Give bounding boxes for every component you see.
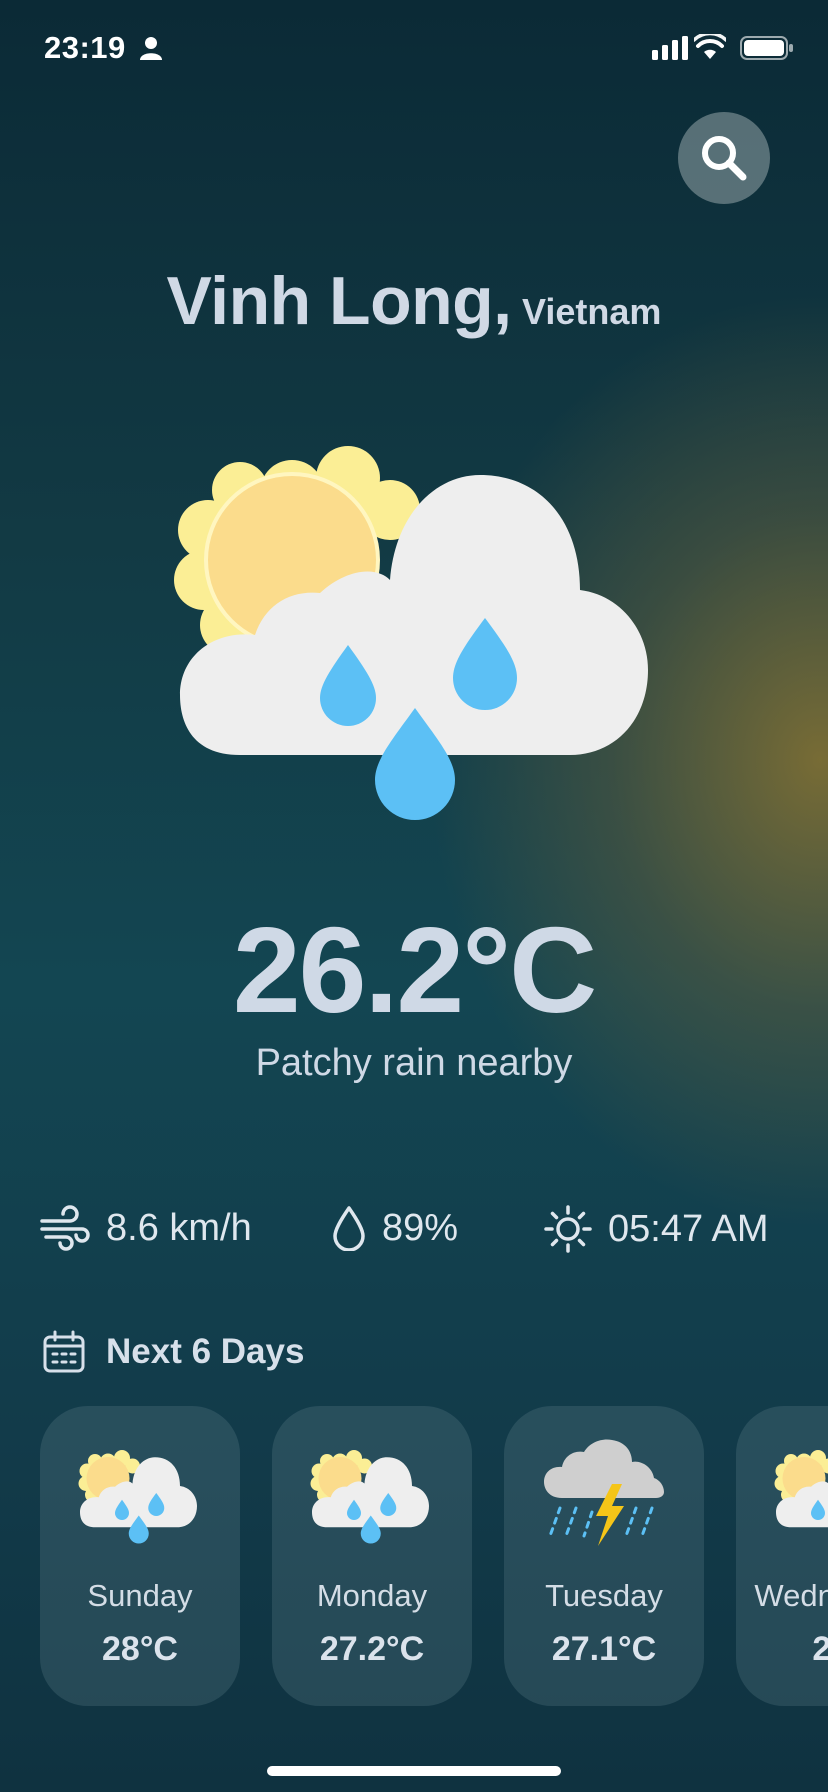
forecast-header: Next 6 Days	[42, 1330, 304, 1374]
sun-icon	[544, 1205, 592, 1253]
sun-cloud-rain-icon	[772, 1446, 828, 1551]
wind-stat: 8.6 km/h	[40, 1205, 252, 1251]
current-condition: Patchy rain nearby	[255, 1042, 573, 1084]
search-icon	[702, 136, 747, 181]
forecast-temp: 27.2°C	[319, 1630, 425, 1668]
forecast-card[interactable]: Tuesday 27.1°C	[504, 1406, 704, 1706]
forecast-temp: 24.	[812, 1630, 828, 1668]
forecast-card[interactable]: Monday 27.2°C	[272, 1406, 472, 1706]
wind-speed: 8.6 km/h	[106, 1206, 252, 1249]
sunrise-time: 05:47 AM	[608, 1207, 769, 1250]
calendar-icon	[43, 1330, 85, 1373]
forecast-card[interactable]: Sunday 28°C	[40, 1406, 240, 1706]
sun-cloud-rain-icon	[170, 430, 670, 835]
status-time: 23:19	[44, 30, 126, 65]
humidity-value: 89%	[382, 1206, 459, 1249]
forecast-temp: 27.1°C	[551, 1630, 657, 1668]
forecast-day: Tuesday	[545, 1578, 663, 1613]
location-header: Vinh Long, Vietnam	[0, 262, 828, 340]
search-button[interactable]	[678, 112, 770, 204]
cellular-signal-icon	[652, 36, 688, 65]
wifi-icon	[692, 31, 728, 65]
city-name: Vinh Long,	[166, 263, 513, 339]
forecast-day: Monday	[316, 1578, 428, 1613]
stats-row: 8.6 km/h 89% 05:47 AM	[40, 1205, 800, 1265]
forecast-temp: 28°C	[102, 1630, 178, 1668]
droplet-icon	[333, 1206, 365, 1251]
sun-cloud-rain-icon	[308, 1446, 436, 1551]
sun-cloud-rain-icon	[76, 1446, 204, 1551]
thunderstorm-icon	[540, 1439, 668, 1561]
wind-icon	[40, 1205, 90, 1251]
current-temperature: 26.2°C	[232, 902, 597, 1038]
forecast-list[interactable]: Sunday 28°C Monday 27.2°C Tuesday 27.1°C…	[40, 1406, 828, 1706]
humidity-stat: 89%	[332, 1205, 458, 1251]
battery-icon	[740, 36, 794, 65]
forecast-day: Wednesday	[754, 1578, 828, 1613]
forecast-card[interactable]: Wednesday 24.	[736, 1406, 828, 1706]
home-indicator[interactable]	[267, 1766, 561, 1776]
forecast-day: Sunday	[87, 1578, 193, 1613]
forecast-title: Next 6 Days	[106, 1332, 305, 1371]
person-icon	[140, 36, 162, 65]
sunrise-stat: 05:47 AM	[544, 1205, 769, 1253]
country-name: Vietnam	[522, 291, 662, 332]
status-bar: 23:19	[0, 0, 828, 100]
